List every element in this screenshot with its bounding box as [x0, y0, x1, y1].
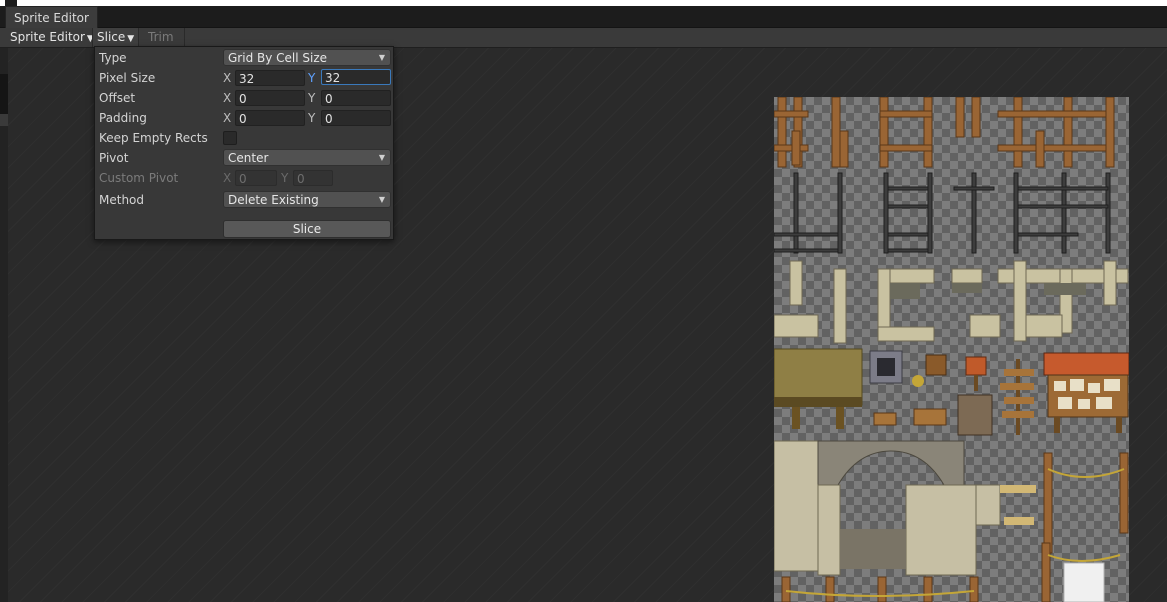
slice-button[interactable]: Slice: [223, 220, 391, 238]
padding-x-field[interactable]: 0: [235, 110, 305, 126]
sprite-editor-mode-label: Sprite Editor: [10, 30, 85, 44]
left-edge-mark: [0, 114, 8, 126]
pivot-dropdown-value: Center: [228, 151, 269, 165]
slice-menu-button[interactable]: Slice ▼: [92, 28, 140, 47]
offset-y-axis: Y: [308, 91, 316, 105]
left-panel-edge: [0, 48, 8, 602]
pixel-size-y-axis: Y: [308, 71, 316, 85]
method-dropdown[interactable]: Delete Existing ▼: [223, 191, 391, 208]
method-dropdown-value: Delete Existing: [228, 193, 319, 207]
slice-popup: Type Grid By Cell Size ▼ Pixel Size X 32…: [94, 46, 394, 240]
method-label: Method: [99, 193, 145, 207]
slice-menu-label: Slice: [97, 30, 126, 44]
tab-bar: Sprite Editor: [0, 6, 1167, 29]
padding-y-axis: Y: [308, 111, 316, 125]
pixel-size-label: Pixel Size: [99, 71, 156, 85]
offset-x-axis: X: [223, 91, 232, 105]
pivot-dropdown[interactable]: Center ▼: [223, 149, 391, 166]
keep-empty-rects-checkbox[interactable]: [223, 131, 237, 145]
pixel-size-x-axis: X: [223, 71, 232, 85]
offset-label: Offset: [99, 91, 136, 105]
chevron-down-icon: ▼: [378, 195, 385, 204]
sprite-sheet-preview[interactable]: [774, 97, 1129, 602]
padding-label: Padding: [99, 111, 147, 125]
wooden-platform-sprite: [774, 348, 863, 406]
pixel-size-y-field[interactable]: 32: [321, 69, 391, 85]
offset-y-field[interactable]: 0: [321, 90, 391, 106]
offset-x-field[interactable]: 0: [235, 90, 305, 106]
sprite-sheet-image: [774, 97, 1129, 602]
chevron-down-icon: ▼: [127, 34, 135, 44]
type-dropdown-value: Grid By Cell Size: [228, 51, 328, 65]
custom-pivot-label: Custom Pivot: [99, 171, 179, 185]
toolbar: Sprite Editor ▼ Slice ▼ Trim: [0, 28, 1167, 48]
padding-y-field[interactable]: 0: [321, 110, 391, 126]
type-label: Type: [99, 51, 127, 65]
type-dropdown[interactable]: Grid By Cell Size ▼: [223, 49, 391, 66]
padding-x-axis: X: [223, 111, 232, 125]
pivot-label: Pivot: [99, 151, 129, 165]
pixel-size-x-field[interactable]: 32: [235, 70, 305, 86]
custom-pivot-y-field: 0: [293, 170, 333, 186]
chevron-down-icon: ▼: [378, 153, 385, 162]
custom-pivot-x-field: 0: [235, 170, 277, 186]
custom-pivot-y-axis: Y: [281, 171, 289, 185]
keep-empty-rects-label: Keep Empty Rects: [99, 131, 208, 145]
sprite-editor-mode-dropdown[interactable]: Sprite Editor ▼: [6, 28, 98, 47]
custom-pivot-x-axis: X: [223, 171, 232, 185]
chevron-down-icon: ▼: [378, 53, 385, 62]
trim-button[interactable]: Trim: [142, 28, 185, 47]
tab-sprite-editor[interactable]: Sprite Editor: [5, 6, 98, 29]
